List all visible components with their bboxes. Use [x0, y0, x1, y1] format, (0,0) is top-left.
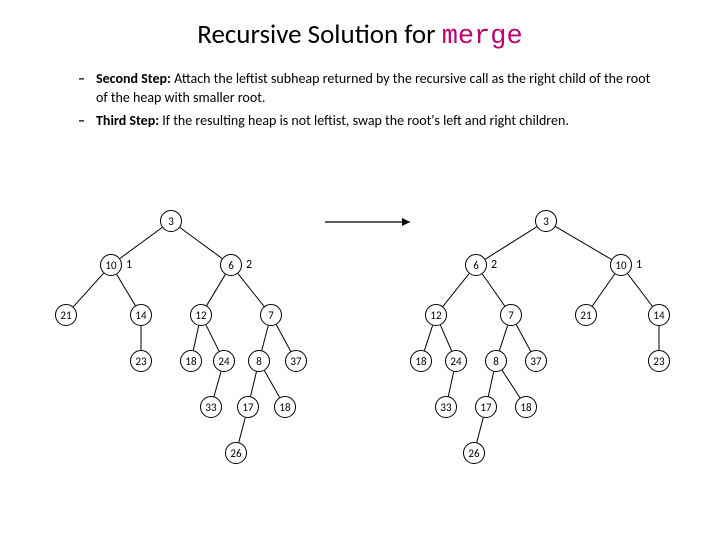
tree-node: 6 [220, 254, 242, 276]
tree-node: 14 [130, 304, 152, 326]
tree-node: 6 [465, 254, 487, 276]
tree-node: 8 [485, 350, 507, 372]
tree-node: 10 [100, 254, 122, 276]
tree-node: 18 [515, 396, 537, 418]
tree-node: 24 [213, 350, 235, 372]
tree-node: 18 [410, 350, 432, 372]
bullet-row: – Third Step: If the resulting heap is n… [78, 112, 660, 131]
npl-label: 1 [636, 258, 642, 272]
tree-node: 26 [225, 442, 247, 464]
tree-node: 17 [237, 396, 259, 418]
tree-node: 33 [200, 396, 222, 418]
title-prefix: Recursive Solution for [197, 18, 441, 51]
tree-node: 21 [575, 304, 597, 326]
tree-node: 17 [475, 396, 497, 418]
tree-node: 10 [610, 254, 632, 276]
tree-node: 24 [445, 350, 467, 372]
tree-node: 3 [160, 210, 182, 232]
tree-node: 18 [180, 350, 202, 372]
tree-node: 37 [525, 350, 547, 372]
bullet-row: – Second Step: Attach the leftist subhea… [78, 70, 660, 108]
title-mono: merge [442, 22, 523, 52]
tree-node: 12 [425, 304, 447, 326]
tree-node: 12 [190, 304, 212, 326]
tree-node: 21 [55, 304, 77, 326]
npl-label: 1 [126, 258, 132, 272]
tree-node: 8 [248, 350, 270, 372]
tree-node: 23 [648, 350, 670, 372]
npl-label: 2 [491, 258, 497, 272]
npl-label: 2 [246, 258, 252, 272]
bullet-dash: – [78, 70, 96, 108]
tree-node: 3 [535, 210, 557, 232]
tree-node: 37 [285, 350, 307, 372]
bullet-text: Third Step: If the resulting heap is not… [96, 112, 569, 131]
tree-node: 26 [463, 442, 485, 464]
tree-node: 18 [274, 396, 296, 418]
tree-node: 7 [260, 304, 282, 326]
page-title: Recursive Solution for merge [0, 0, 720, 52]
tree-node: 23 [130, 350, 152, 372]
tree-node: 14 [648, 304, 670, 326]
tree-node: 7 [500, 304, 522, 326]
tree-node: 33 [435, 396, 457, 418]
diagram-stage: 3101622114127231824837331718263621011272… [0, 210, 720, 540]
bullet-dash: – [78, 112, 96, 131]
bullet-list: – Second Step: Attach the leftist subhea… [0, 52, 720, 131]
bullet-text: Second Step: Attach the leftist subheap … [96, 70, 660, 108]
